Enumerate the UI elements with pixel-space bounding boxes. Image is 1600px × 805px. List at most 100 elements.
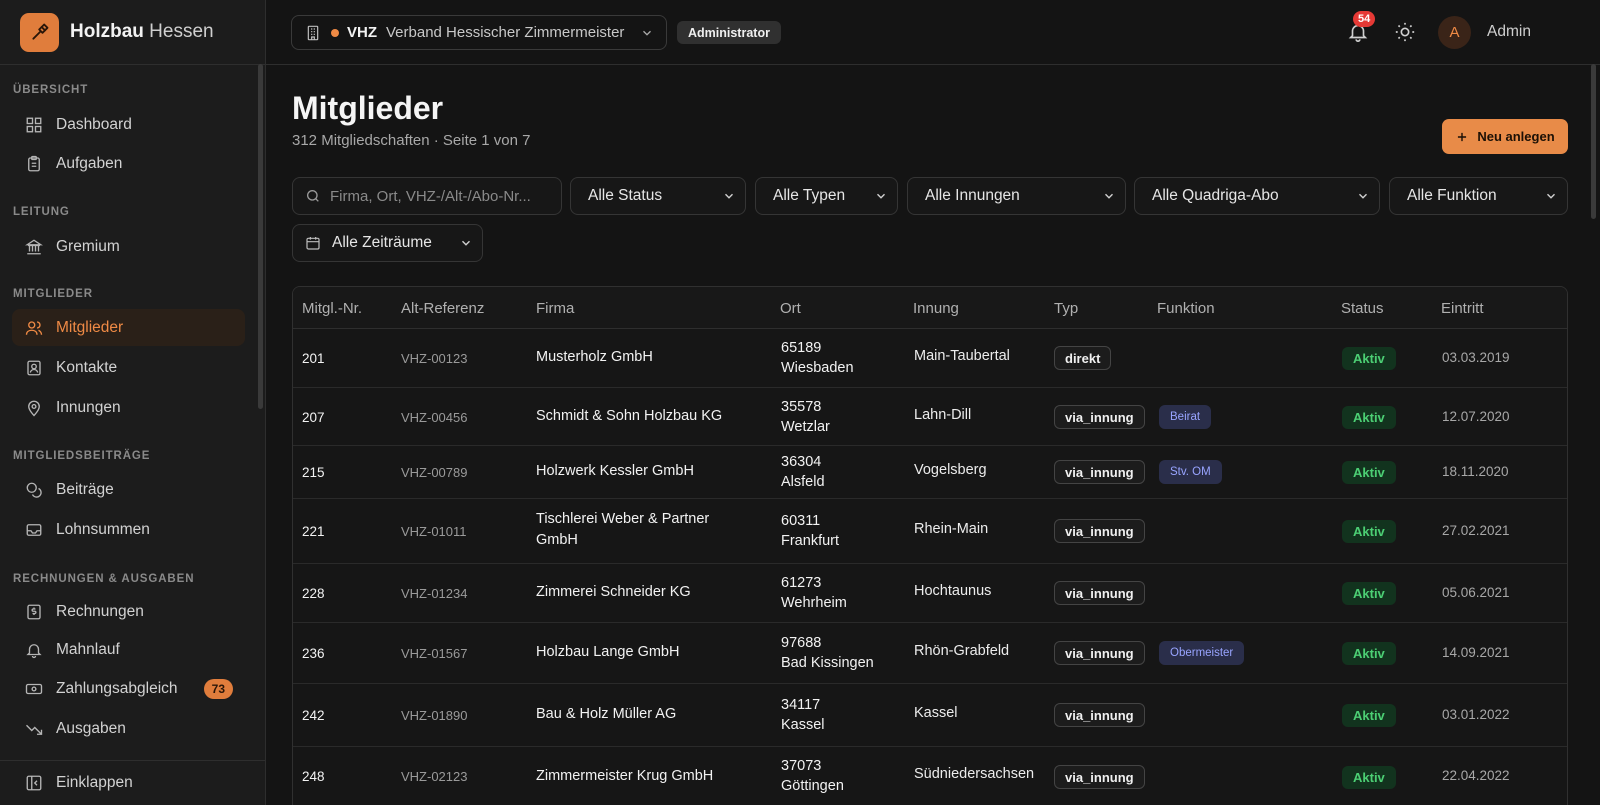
cell-eintritt: 03.03.2019 [1442,350,1510,365]
plus-icon [1458,132,1467,141]
cell-ort: 35578 Wetzlar [781,399,830,435]
sidebar-scrollbar[interactable] [258,64,263,409]
funktion-badge: Obermeister [1159,641,1245,665]
search-input[interactable]: Firma, Ort, VHZ-/Alt-/Abo-Nr... [292,177,562,215]
sidebar-item-label: Innungen [56,398,121,416]
cell-nr: 207 [302,410,325,425]
quadriga-filter-select[interactable]: Alle Quadriga-Abo [1134,177,1380,215]
notification-count-badge: 54 [1353,11,1376,27]
avatar[interactable]: A [1438,16,1471,49]
table-row[interactable]: 201 VHZ-00123 Musterholz GmbH 65189 Wiesb… [293,329,1567,388]
table-row[interactable]: 207 VHZ-00456 Schmidt & Sohn Holzbau KG … [293,388,1567,446]
col-typ[interactable]: Typ [1054,300,1078,317]
sidebar-item-ausgaben[interactable]: Ausgaben [12,710,245,747]
cell-firma[interactable]: Musterholz GmbH [536,347,746,368]
page-title: Mitglieder [292,90,444,126]
user-name[interactable]: Admin [1487,23,1531,41]
sidebar-item-label: Rechnungen [56,602,144,620]
sidebar-item-rechnungen[interactable]: Rechnungen [12,593,245,630]
col-innung[interactable]: Innung [913,300,959,317]
col-ort[interactable]: Ort [780,300,801,317]
sidebar-item-innungen[interactable]: Innungen [12,389,245,426]
sidebar-item-aufgaben[interactable]: Aufgaben [12,145,245,182]
cell-ort: 61273 Wehrheim [781,575,847,611]
cell-ref: VHZ-01567 [401,646,468,661]
page-scrollbar[interactable] [1591,64,1596,219]
cell-firma[interactable]: Tischlerei Weber & Partner GmbH [536,509,746,551]
status-filter-select[interactable]: Alle Status [570,177,746,215]
search-icon [307,190,319,202]
sidebar-item-label: Lohnsummen [56,520,150,538]
cell-firma[interactable]: Zimmermeister Krug GmbH [536,766,746,787]
status-badge: Aktiv [1342,406,1396,429]
zeitraum-filter-select[interactable]: Alle Zeiträume [292,224,483,262]
table-row[interactable]: 242 VHZ-01890 Bau & Holz Müller AG 34117… [293,684,1567,747]
sidebar-item-mitglieder[interactable]: Mitglieder [12,309,245,346]
table-row[interactable]: 236 VHZ-01567 Holzbau Lange GmbH 97688 Ba… [293,623,1567,684]
innung-filter-select[interactable]: Alle Innungen [907,177,1126,215]
col-mitgl-nr[interactable]: Mitgl.-Nr. [302,300,362,317]
organization-select[interactable]: VHZ Verband Hessischer Zimmermeister [291,15,667,50]
sidebar-item-mahnlauf[interactable]: Mahnlauf [12,631,245,668]
sidebar-item-label: Ausgaben [56,719,126,737]
chevron-down-icon [462,240,470,246]
section-mitglieder: MITGLIEDER [13,288,93,300]
col-eintritt[interactable]: Eintritt [1441,300,1484,317]
org-name: Verband Hessischer Zimmermeister [386,24,625,41]
col-funktion[interactable]: Funktion [1157,300,1215,317]
typ-filter-select[interactable]: Alle Typen [755,177,898,215]
cell-innung: Rhein-Main [914,521,989,537]
cell-ref: VHZ-00123 [401,351,468,366]
chevron-down-icon [877,193,885,199]
sidebar-item-label: Beiträge [56,480,114,498]
org-code: VHZ [347,24,377,41]
sidebar-item-lohnsummen[interactable]: Lohnsummen [12,511,245,548]
cell-firma[interactable]: Schmidt & Sohn Holzbau KG [536,406,766,427]
cell-ref: VHZ-01890 [401,708,468,723]
cell-ref: VHZ-00789 [401,465,468,480]
members-table: Mitgl.-Nr. Alt-Referenz Firma Ort Innung… [292,286,1568,805]
status-badge: Aktiv [1342,642,1396,665]
sidebar-item-label: Dashboard [56,115,132,133]
theme-toggle-sun-icon[interactable] [1394,21,1416,43]
cell-innung: Südniedersachsen [914,766,1035,782]
section-rechnungen-ausgaben: RECHNUNGEN & AUSGABEN [13,573,195,585]
sidebar-item-kontakte[interactable]: Kontakte [12,349,245,386]
cell-ort: 97688 Bad Kissingen [781,635,874,671]
cell-nr: 236 [302,646,325,661]
sidebar-item-dashboard[interactable]: Dashboard [12,106,245,143]
sidebar-item-gremium[interactable]: Gremium [12,228,245,265]
funktion-badge: Stv. OM [1159,460,1222,484]
cell-firma[interactable]: Bau & Holz Müller AG [536,704,746,725]
col-firma[interactable]: Firma [536,300,574,317]
brand[interactable]: Holzbau Hessen [0,0,265,65]
funktion-filter-select[interactable]: Alle Funktion [1389,177,1568,215]
cell-ort: 34117 Kassel [781,697,825,733]
col-status[interactable]: Status [1341,300,1384,317]
cell-firma[interactable]: Holzwerk Kessler GmbH [536,461,746,482]
status-badge: Aktiv [1342,520,1396,543]
cell-nr: 248 [302,769,325,784]
table-row[interactable]: 221 VHZ-01011 Tischlerei Weber & Partner… [293,499,1567,564]
sidebar-item-zahlungsabgleich[interactable]: Zahlungsabgleich 73 [12,670,245,707]
dashboard-icon [26,117,42,132]
col-alt-referenz[interactable]: Alt-Referenz [401,300,484,317]
page-subtitle: 312 Mitgliedschaften · Seite 1 von 7 [292,132,531,149]
cell-firma[interactable]: Zimmerei Schneider KG [536,582,746,603]
table-row[interactable]: 215 VHZ-00789 Holzwerk Kessler GmbH 3630… [293,446,1567,499]
table-row[interactable]: 228 VHZ-01234 Zimmerei Schneider KG 6127… [293,564,1567,623]
cell-innung: Kassel [914,705,958,721]
cell-eintritt: 18.11.2020 [1442,464,1509,479]
table-row[interactable]: 248 VHZ-02123 Zimmermeister Krug GmbH 37… [293,747,1567,805]
sidebar-item-beitraege[interactable]: Beiträge [12,471,245,508]
cell-firma[interactable]: Holzbau Lange GmbH [536,642,746,663]
cell-nr: 215 [302,465,325,480]
collapse-sidebar-button[interactable]: Einklappen [12,764,245,801]
sidebar-item-label: Zahlungsabgleich [56,679,178,697]
new-member-button[interactable]: Neu anlegen [1442,119,1568,154]
status-badge: Aktiv [1342,582,1396,605]
building-icon [307,25,319,40]
cell-ort: 36304 Alsfeld [781,454,825,490]
zeitraum-filter-value: Alle Zeiträume [332,234,432,251]
chevron-down-icon [1547,193,1555,199]
